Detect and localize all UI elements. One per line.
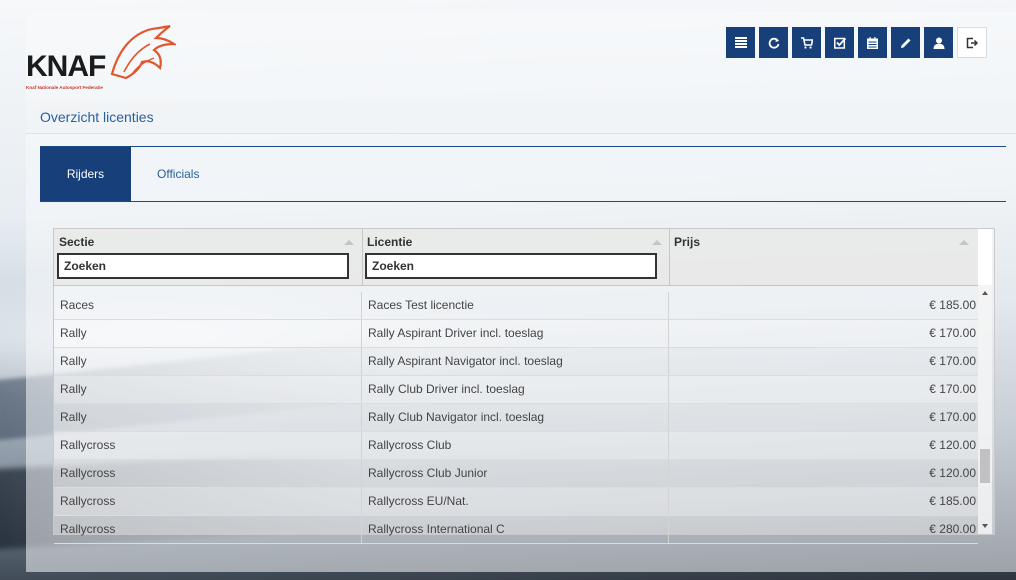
knaf-logo: KNAF Knaf Nationale Autosport Federatie — [26, 22, 176, 94]
logo-subtitle: Knaf Nationale Autosport Federatie — [26, 85, 103, 90]
cell-licentie: Rally Club Navigator incl. toeslag — [362, 404, 669, 431]
table-row[interactable]: Rallycross Rallycross EU/Nat. € 185.00 — [54, 488, 978, 516]
refresh-icon — [768, 37, 779, 49]
header-scroll-gap — [978, 229, 992, 285]
logo-wordmark: KNAF — [26, 50, 106, 83]
table-header: Sectie Licentie Prijs — [54, 229, 978, 286]
cell-prijs: € 185.00 — [929, 494, 976, 508]
list-button[interactable] — [726, 27, 755, 58]
cell-sectie: Rally — [54, 320, 362, 347]
table-row[interactable]: Rallycross Rallycross Club Junior € 120.… — [54, 460, 978, 488]
logout-button[interactable] — [957, 27, 987, 58]
cell-sectie: Rally — [54, 376, 362, 403]
column-label: Prijs — [674, 235, 701, 249]
sort-arrow-icon[interactable] — [344, 240, 354, 245]
calendar-icon — [867, 36, 878, 49]
top-toolbar — [726, 27, 987, 58]
column-header-prijs[interactable]: Prijs — [669, 229, 978, 285]
page-title-bar: Overzicht licenties — [26, 100, 1016, 134]
table-row[interactable]: Rallycross Rallycross International C € … — [54, 516, 978, 544]
vertical-scrollbar[interactable] — [978, 285, 992, 534]
pencil-icon — [900, 38, 910, 48]
refresh-button[interactable] — [759, 27, 788, 58]
sort-arrow-icon[interactable] — [959, 240, 969, 245]
column-header-licentie[interactable]: Licentie — [362, 229, 670, 285]
user-icon — [933, 37, 944, 49]
sectie-search-input[interactable] — [57, 253, 349, 279]
cell-sectie: Rallycross — [54, 432, 362, 459]
cell-licentie: Rallycross Club Junior — [362, 460, 669, 487]
cell-sectie: Rallycross — [54, 460, 362, 487]
logout-icon — [966, 37, 978, 48]
checkbox-icon — [833, 37, 846, 49]
cell-licentie: Rallycross International C — [362, 516, 669, 543]
cart-icon — [800, 36, 813, 49]
edit-button[interactable] — [891, 27, 920, 58]
checkbox-button[interactable] — [825, 27, 854, 58]
cell-prijs: € 170.00 — [929, 326, 976, 340]
cart-button[interactable] — [792, 27, 821, 58]
sort-arrow-icon[interactable] — [652, 240, 662, 245]
cell-licentie: Rally Aspirant Navigator incl. toeslag — [362, 348, 669, 375]
cell-licentie: Rallycross Club — [362, 432, 669, 459]
licentie-search-input[interactable] — [365, 253, 657, 279]
cell-licentie: Races Test licenctie — [362, 292, 669, 319]
table-row[interactable]: Rally Rally Club Navigator incl. toeslag… — [54, 404, 978, 432]
cell-sectie: Rally — [54, 348, 362, 375]
lion-head-icon — [110, 24, 176, 80]
licenses-table: Sectie Licentie Prijs Races Races Test l… — [53, 228, 995, 544]
column-label: Sectie — [59, 235, 95, 249]
list-icon — [734, 37, 747, 48]
tab-rijders[interactable]: Rijders — [40, 147, 131, 201]
table-row[interactable]: Races Races Test licenctie € 185.00 — [54, 292, 978, 320]
cell-prijs: € 185.00 — [929, 298, 976, 312]
column-header-sectie[interactable]: Sectie — [54, 229, 363, 285]
table-row[interactable]: Rally Rally Club Driver incl. toeslag € … — [54, 376, 978, 404]
tab-bar: Rijders Officials — [40, 146, 1006, 202]
cell-licentie: Rallycross EU/Nat. — [362, 488, 669, 515]
cell-sectie: Rally — [54, 404, 362, 431]
column-label: Licentie — [367, 235, 413, 249]
table-row[interactable]: Rally Rally Aspirant Navigator incl. toe… — [54, 348, 978, 376]
cell-prijs: € 170.00 — [929, 354, 976, 368]
cell-licentie: Rally Aspirant Driver incl. toeslag — [362, 320, 669, 347]
cell-sectie: Rallycross — [54, 516, 362, 543]
table-row[interactable]: Rally Rally Aspirant Driver incl. toesla… — [54, 320, 978, 348]
cell-sectie: Rallycross — [54, 488, 362, 515]
page-title: Overzicht licenties — [40, 109, 154, 125]
tab-officials[interactable]: Officials — [157, 147, 199, 201]
cell-prijs: € 170.00 — [929, 410, 976, 424]
cell-sectie: Races — [54, 292, 362, 319]
scrollbar-thumb[interactable] — [980, 449, 990, 483]
table-body: Races Races Test licenctie € 185.00 Rall… — [54, 292, 978, 544]
table-row[interactable]: Rallycross Rallycross Club € 120.00 — [54, 432, 978, 460]
cell-prijs: € 280.00 — [929, 522, 976, 536]
cell-prijs: € 120.00 — [929, 466, 976, 480]
cell-prijs: € 120.00 — [929, 438, 976, 452]
calendar-button[interactable] — [858, 27, 887, 58]
cell-licentie: Rally Club Driver incl. toeslag — [362, 376, 669, 403]
profile-button[interactable] — [924, 27, 953, 58]
cell-prijs: € 170.00 — [929, 382, 976, 396]
scroll-down-arrow-icon[interactable] — [982, 524, 988, 528]
scroll-up-arrow-icon[interactable] — [982, 291, 988, 295]
